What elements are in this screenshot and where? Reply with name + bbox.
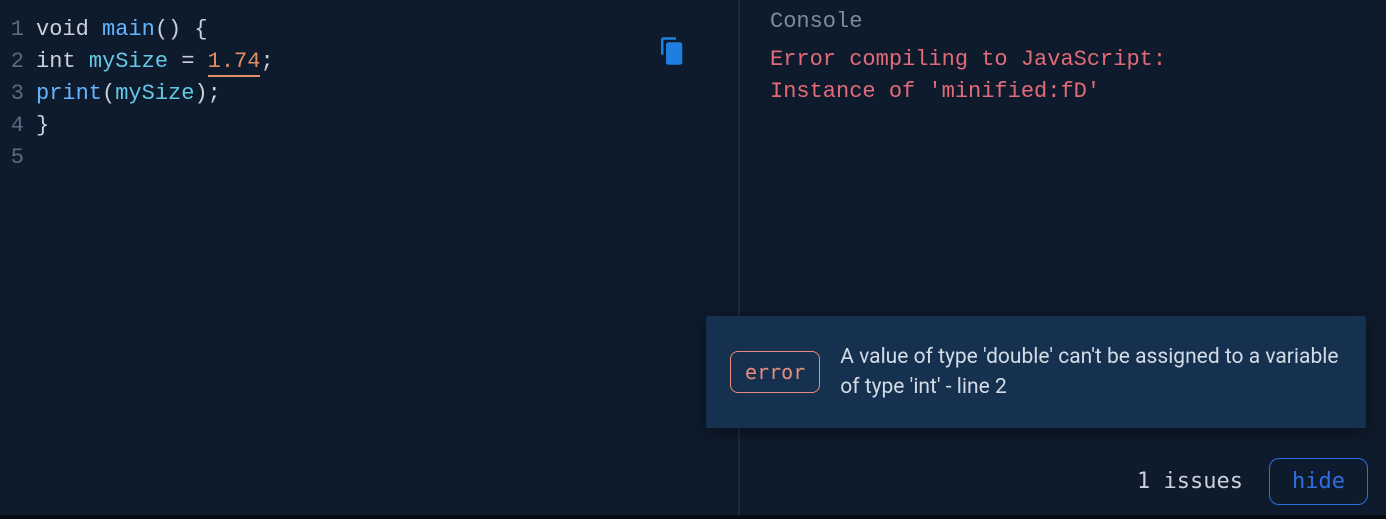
console-error-line: Error compiling to JavaScript: [770, 44, 1362, 76]
issue-message: A value of type 'double' can't be assign… [840, 342, 1342, 402]
line-number: 5 [0, 142, 36, 174]
copy-icon [656, 51, 686, 70]
console-title: Console [770, 6, 1362, 38]
code-line[interactable]: 5 [0, 142, 738, 174]
line-number: 2 [0, 46, 36, 78]
code-text: void main() { [36, 14, 208, 46]
code-line[interactable]: 1void main() { [0, 14, 738, 46]
app-root: 1void main() {2int mySize = 1.74;3print(… [0, 0, 1386, 519]
copy-button[interactable] [656, 36, 686, 66]
issues-footer: 1 issues hide [1137, 458, 1368, 505]
console-pane: Console Error compiling to JavaScript: I… [740, 0, 1386, 519]
code-editor[interactable]: 1void main() {2int mySize = 1.74;3print(… [0, 0, 738, 174]
code-line[interactable]: 4} [0, 110, 738, 142]
console-error-line: Instance of 'minified:fD' [770, 76, 1362, 108]
error-badge: error [730, 351, 820, 393]
line-number: 4 [0, 110, 36, 142]
code-text: } [36, 110, 49, 142]
code-text: print(mySize); [36, 78, 221, 110]
hide-button[interactable]: hide [1269, 458, 1368, 505]
code-line[interactable]: 3print(mySize); [0, 78, 738, 110]
issues-count: 1 issues [1137, 469, 1243, 494]
bottom-edge [0, 515, 1386, 519]
issue-popup: error A value of type 'double' can't be … [706, 316, 1366, 428]
line-number: 3 [0, 78, 36, 110]
code-text: int mySize = 1.74; [36, 46, 274, 78]
code-line[interactable]: 2int mySize = 1.74; [0, 46, 738, 78]
editor-pane: 1void main() {2int mySize = 1.74;3print(… [0, 0, 740, 519]
line-number: 1 [0, 14, 36, 46]
